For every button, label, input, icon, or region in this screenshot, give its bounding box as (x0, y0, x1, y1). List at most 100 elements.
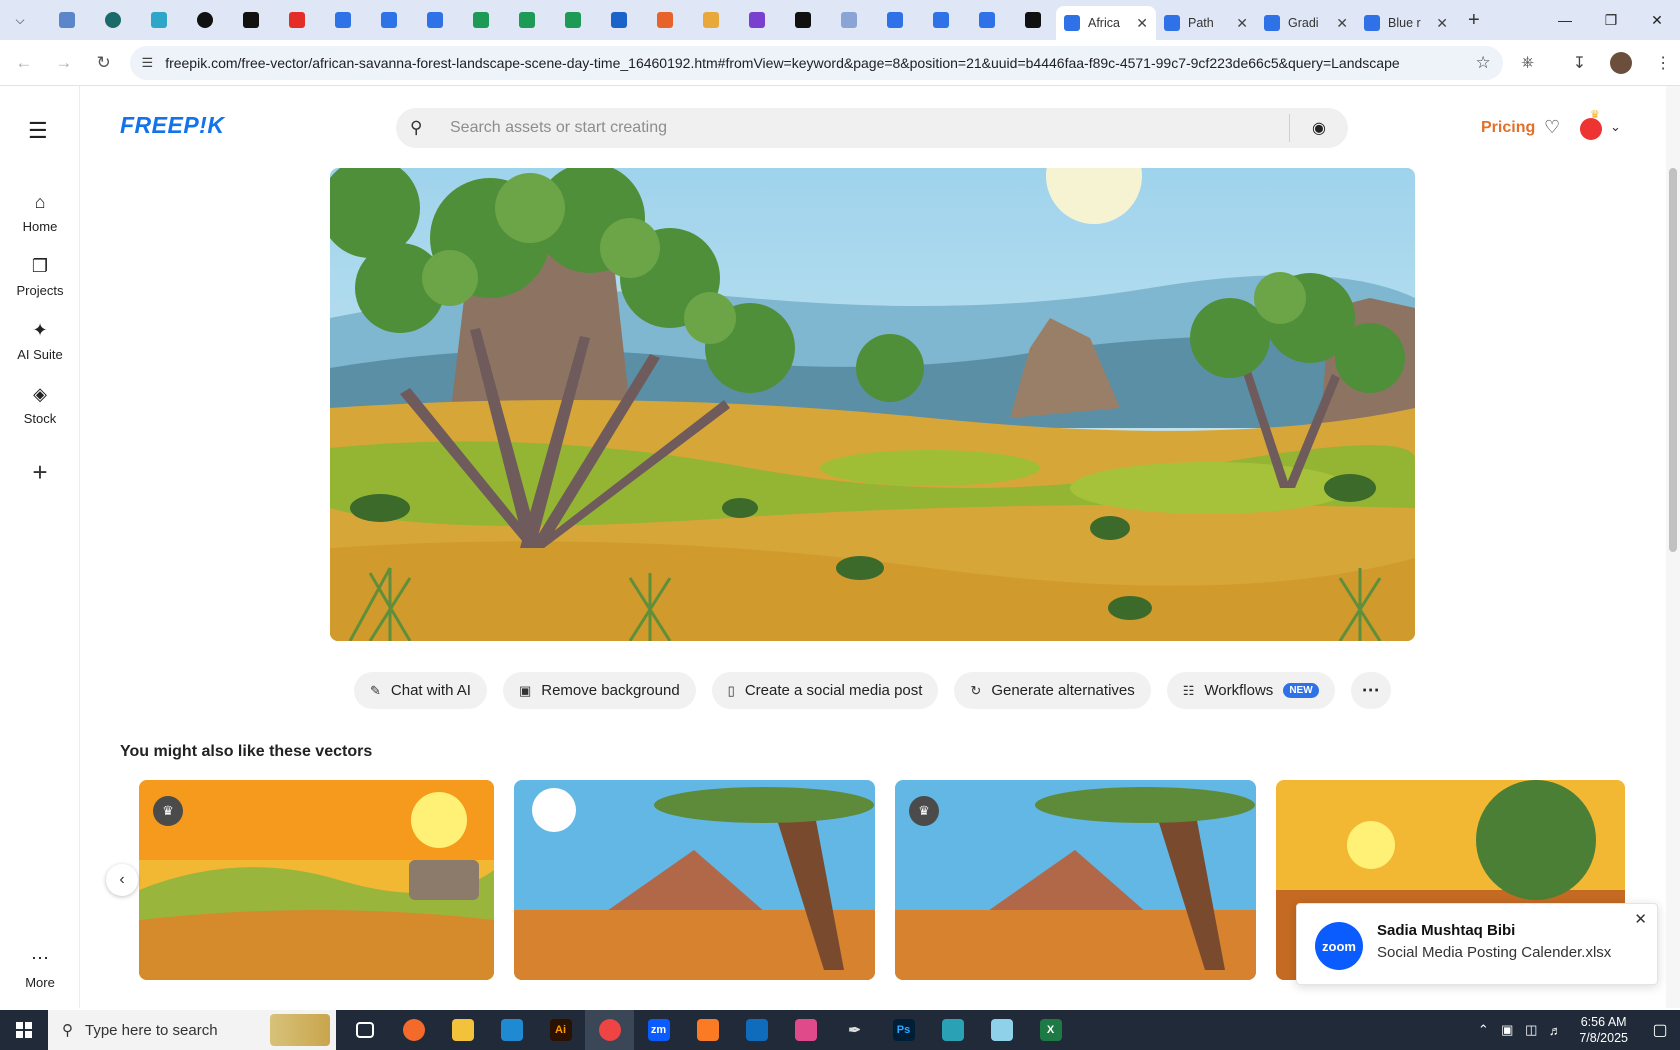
search-input[interactable] (450, 119, 1289, 137)
forward-icon[interactable]: → (48, 47, 80, 79)
pen-tool-icon[interactable]: ✒ (830, 1010, 879, 1050)
notepad-icon[interactable] (977, 1010, 1026, 1050)
pinned-tab[interactable] (550, 0, 596, 40)
chevron-down-icon[interactable]: ⌄ (1610, 119, 1621, 135)
tray-app-icon[interactable]: ▣ (1495, 1022, 1519, 1038)
freepik-logo[interactable]: FREEP!K (120, 112, 224, 139)
bell-icon[interactable]: ♡ (1544, 117, 1560, 138)
sidebar-item-more[interactable]: ⋯ More (0, 948, 80, 990)
add-icon[interactable]: + (20, 452, 60, 492)
notifications-icon[interactable]: ▢ (1640, 1020, 1680, 1040)
pinned-tab[interactable] (826, 0, 872, 40)
pinned-tab[interactable] (458, 0, 504, 40)
zoom-taskbar-icon[interactable]: zm (634, 1010, 683, 1050)
reload-icon[interactable]: ↻ (88, 47, 120, 79)
sidebar-item-projects[interactable]: ❐ Projects (0, 256, 80, 298)
close-tab-icon[interactable]: ✕ (1136, 15, 1148, 32)
start-button[interactable] (0, 1010, 48, 1050)
close-tab-icon[interactable]: ✕ (1336, 15, 1348, 32)
pinned-tab[interactable] (182, 0, 228, 40)
pinned-tab[interactable] (780, 0, 826, 40)
pinned-tab[interactable] (320, 0, 366, 40)
vscode-icon[interactable] (487, 1010, 536, 1050)
pinned-tabs (44, 0, 1056, 40)
related-thumbnail[interactable] (514, 780, 875, 980)
app-icon[interactable] (928, 1010, 977, 1050)
pinned-tab[interactable] (918, 0, 964, 40)
minimize-icon[interactable]: — (1542, 0, 1588, 40)
bookmark-star-icon[interactable]: ☆ (1475, 53, 1490, 73)
taskbar-search[interactable]: ⚲ Type here to search (48, 1010, 336, 1050)
task-view-icon[interactable] (340, 1010, 389, 1050)
network-icon[interactable]: ◫ (1519, 1022, 1543, 1038)
xampp-icon[interactable] (683, 1010, 732, 1050)
pinned-tab[interactable] (504, 0, 550, 40)
page-scrollbar[interactable] (1666, 86, 1680, 1008)
back-icon[interactable]: ← (8, 47, 40, 79)
carousel-prev-button[interactable]: ‹ (106, 864, 138, 896)
photoshop-icon[interactable]: Ps (879, 1010, 928, 1050)
create-social-post-button[interactable]: ▯ Create a social media post (711, 672, 939, 709)
close-icon[interactable]: ✕ (1634, 910, 1647, 928)
hamburger-menu-icon[interactable]: ☰ (28, 118, 48, 144)
sidebar-item-stock[interactable]: ◈ Stock (0, 384, 80, 426)
browser-tab[interactable]: Africa ✕ (1056, 6, 1156, 40)
remove-background-button[interactable]: ▣ Remove background (502, 672, 696, 709)
pinned-tab[interactable] (228, 0, 274, 40)
pinned-tab[interactable] (734, 0, 780, 40)
related-thumbnail[interactable]: ♛ (895, 780, 1256, 980)
pinned-tab[interactable] (596, 0, 642, 40)
pinned-tab[interactable] (688, 0, 734, 40)
outlook-icon[interactable] (732, 1010, 781, 1050)
firefox-icon[interactable] (389, 1010, 438, 1050)
search-highlight-image (270, 1014, 330, 1046)
chrome-icon[interactable] (585, 1010, 634, 1050)
pinned-tab[interactable] (136, 0, 182, 40)
volume-icon[interactable]: ♬ (1543, 1023, 1567, 1038)
pricing-link[interactable]: Pricing (1481, 119, 1535, 137)
pinned-tab[interactable] (366, 0, 412, 40)
profile-avatar[interactable] (1604, 46, 1638, 80)
site-info-icon[interactable]: ☰ (142, 55, 154, 71)
address-bar[interactable]: ☰ freepik.com/free-vector/african-savann… (129, 45, 1503, 80)
restore-icon[interactable]: ❐ (1588, 0, 1634, 40)
pinned-tab[interactable] (412, 0, 458, 40)
pinned-tab[interactable] (1010, 0, 1056, 40)
creative-cloud-icon[interactable] (781, 1010, 830, 1050)
new-tab-icon[interactable]: + (1468, 9, 1480, 32)
camera-icon[interactable]: ◉ (1290, 118, 1348, 138)
excel-icon[interactable]: X (1026, 1010, 1075, 1050)
url-text[interactable]: freepik.com/free-vector/african-savanna-… (165, 55, 1475, 71)
pinned-tab[interactable] (964, 0, 1010, 40)
chat-with-ai-button[interactable]: ✎ Chat with AI (354, 672, 487, 709)
more-actions-button[interactable]: ⋯ (1350, 672, 1391, 709)
file-explorer-icon[interactable] (438, 1010, 487, 1050)
pinned-tab[interactable] (90, 0, 136, 40)
browser-menu-icon[interactable]: ⋮ (1646, 46, 1680, 80)
extensions-icon[interactable]: ⎈ (1511, 46, 1545, 80)
browser-tab[interactable]: Gradi ✕ (1256, 6, 1356, 40)
close-tab-icon[interactable]: ✕ (1236, 15, 1248, 32)
pinned-tab[interactable] (872, 0, 918, 40)
browser-tab[interactable]: Path ✕ (1156, 6, 1256, 40)
related-thumbnail[interactable]: ♛ (139, 780, 494, 980)
pinned-tab[interactable] (274, 0, 320, 40)
pinned-tab[interactable] (44, 0, 90, 40)
main-vector-image[interactable] (330, 168, 1415, 641)
chevron-up-icon[interactable]: ⌃ (1471, 1022, 1495, 1038)
workflows-button[interactable]: ☷ Workflows NEW (1166, 672, 1335, 709)
clock[interactable]: 6:56 AM 7/8/2025 (1579, 1014, 1628, 1046)
sidebar-item-home[interactable]: ⌂ Home (0, 192, 80, 234)
scrollbar-thumb[interactable] (1669, 168, 1677, 552)
generate-alternatives-button[interactable]: ↻ Generate alternatives (954, 672, 1151, 709)
sidebar-item-ai-suite[interactable]: ✦ AI Suite (0, 320, 80, 362)
zoom-notification[interactable]: zoom Sadia Mushtaq Bibi Social Media Pos… (1296, 903, 1658, 985)
close-tab-icon[interactable]: ✕ (1436, 15, 1448, 32)
user-avatar[interactable] (1580, 118, 1602, 140)
close-window-icon[interactable]: ✕ (1634, 0, 1680, 40)
pinned-tab[interactable] (642, 0, 688, 40)
tab-search-icon[interactable]: ⌵ (6, 6, 34, 34)
illustrator-icon[interactable]: Ai (536, 1010, 585, 1050)
browser-tab[interactable]: Blue r ✕ (1356, 6, 1456, 40)
download-icon[interactable]: ↧ (1563, 46, 1597, 80)
